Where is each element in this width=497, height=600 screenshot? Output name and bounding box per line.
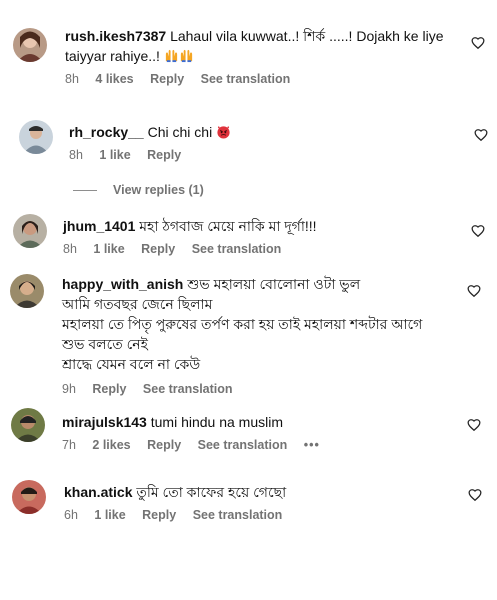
username[interactable]: jhum_1401	[63, 218, 135, 234]
avatar[interactable]	[13, 214, 47, 248]
heart-icon[interactable]	[468, 488, 482, 502]
comment-text: taiyyar rahiye..!	[65, 48, 160, 64]
raised-hands-emoji	[165, 49, 177, 63]
username[interactable]: rh_rocky__	[69, 124, 144, 140]
comment-time: 7h	[62, 438, 76, 452]
comment-time: 9h	[62, 382, 76, 396]
see-translation-button[interactable]: See translation	[192, 242, 282, 256]
likes-count[interactable]: 2 likes	[92, 438, 130, 452]
likes-count[interactable]: 1 like	[94, 508, 125, 522]
see-translation-button[interactable]: See translation	[198, 438, 288, 452]
heart-icon[interactable]	[467, 284, 481, 298]
reply-button[interactable]: Reply	[150, 72, 184, 86]
comment-text: মহালয়া তে পিতৃ পুরুষের তর্পণ করা হয় তা…	[62, 316, 423, 332]
comment-text: শ্রাদ্ধে যেমন বলে না কেউ	[62, 356, 201, 372]
reply-button[interactable]: Reply	[147, 438, 181, 452]
reply-button[interactable]: Reply	[142, 508, 176, 522]
likes-count[interactable]: 4 likes	[95, 72, 133, 86]
username[interactable]: mirajulsk143	[62, 414, 147, 430]
username[interactable]: khan.atick	[64, 484, 132, 500]
comment-text: শুভ মহালয়া বোলোনা ওটা ভুল	[187, 276, 361, 292]
reply-button[interactable]: Reply	[92, 382, 126, 396]
angry-devil-emoji	[217, 125, 230, 139]
avatar[interactable]	[19, 120, 53, 154]
avatar[interactable]	[11, 408, 45, 442]
comment-time: 8h	[69, 148, 83, 162]
see-translation-button[interactable]: See translation	[201, 72, 291, 86]
see-translation-button[interactable]: See translation	[193, 508, 283, 522]
comment-text: Lahaul vila kuwwat..! শির্ক .....! Dojak…	[170, 28, 444, 44]
heart-icon[interactable]	[471, 224, 485, 238]
likes-count[interactable]: 1 like	[93, 242, 124, 256]
likes-count[interactable]: 1 like	[99, 148, 130, 162]
heart-icon[interactable]	[467, 418, 481, 432]
reply-button[interactable]: Reply	[141, 242, 175, 256]
heart-icon[interactable]	[471, 36, 485, 50]
comment-text: তুমি তো কাফের হয়ে গেছো	[136, 484, 287, 500]
heart-icon[interactable]	[474, 128, 488, 142]
raised-hands-emoji	[180, 49, 192, 63]
comment-text: tumi hindu na muslim	[150, 414, 284, 430]
comment-time: 6h	[64, 508, 78, 522]
see-translation-button[interactable]: See translation	[143, 382, 233, 396]
view-replies-button[interactable]: View replies (1)	[73, 183, 204, 197]
comment-time: 8h	[65, 72, 79, 86]
username[interactable]: happy_with_anish	[62, 276, 183, 292]
avatar[interactable]	[12, 480, 46, 514]
comment-time: 8h	[63, 242, 77, 256]
comment-text: Chi chi chi	[147, 124, 213, 140]
username[interactable]: rush.ikesh7387	[65, 28, 166, 44]
avatar[interactable]	[10, 274, 44, 308]
view-replies-label[interactable]: View replies (1)	[113, 183, 204, 197]
avatar[interactable]	[13, 28, 47, 62]
comment-text: মহা ঠগবাজ মেয়ে নাকি মা দূর্গা!!!	[139, 218, 317, 234]
reply-button[interactable]: Reply	[147, 148, 181, 162]
replies-divider	[73, 190, 97, 192]
more-options-icon[interactable]: •••	[304, 438, 320, 452]
comment-text: আমি গতবছর জেনে ছিলাম	[62, 296, 213, 312]
comment-text: শুভ বলতে নেই	[62, 336, 148, 352]
